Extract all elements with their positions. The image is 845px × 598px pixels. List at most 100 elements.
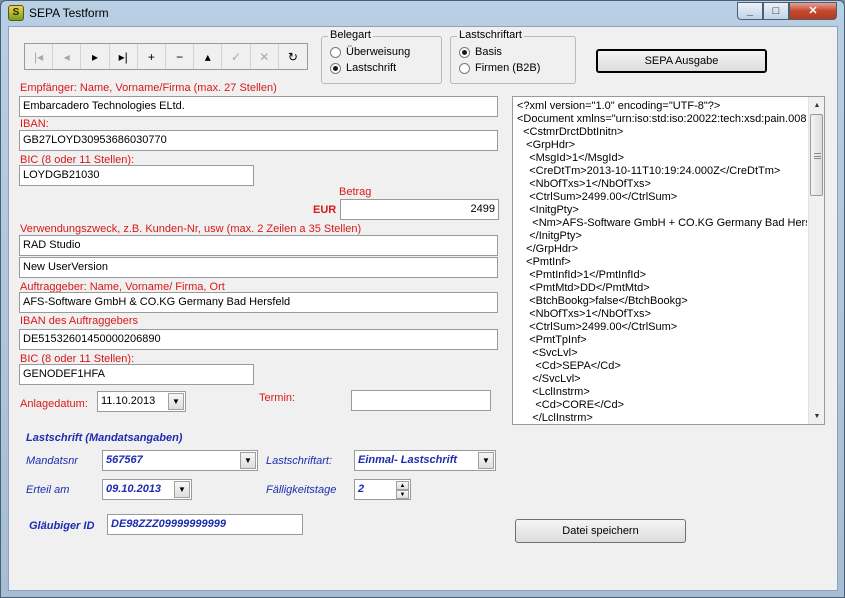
scroll-up-icon[interactable]: ▲ [809,97,824,113]
radio-basis[interactable]: Basis [459,46,502,58]
chevron-down-icon[interactable]: ▼ [174,481,190,498]
nav-edit-button[interactable]: ▴ [194,44,223,69]
nav-refresh-button[interactable]: ↻ [279,44,307,69]
verwendungszweck-label: Verwendungszweck, z.B. Kunden-Nr, usw (m… [20,223,362,235]
xml-line: <BtchBookg>false</BtchBookg> [517,295,688,307]
radio-firmen-b2b[interactable]: Firmen (B2B) [459,62,540,74]
iban-input[interactable]: GB27LOYD30953686030770 [19,130,498,151]
app-icon[interactable]: S [8,5,24,21]
radio-indicator[interactable] [330,62,341,74]
close-button[interactable]: ✕ [789,2,837,20]
nav-prior-icon: ◂ [63,49,70,64]
glaeubiger-value: DE98ZZZ09999999999 [111,518,226,530]
spin-down-icon[interactable]: ▼ [396,490,409,499]
erteil-date-picker[interactable]: 09.10.2013 ▼ [102,479,192,500]
nav-delete-button[interactable]: − [166,44,195,69]
nav-post-button[interactable]: ✓ [222,44,251,69]
anlagedatum-label: Anlagedatum: [20,398,88,410]
window-title: SEPA Testform [29,6,109,20]
xml-line: </LclInstrm> [517,412,593,424]
nav-insert-button[interactable]: + [138,44,167,69]
empfaenger-input[interactable]: Embarcadero Technologies ELtd. [19,96,498,117]
xml-line: <NbOfTxs>1</NbOfTxs> [517,308,651,320]
xml-line: <Document xmlns="urn:iso:std:iso:20022:t… [517,113,807,125]
title-bar[interactable]: S SEPA Testform _ □ ✕ [1,1,844,25]
mandat-header: Lastschrift (Mandatsangaben) [26,432,183,444]
chevron-down-icon[interactable]: ▼ [168,393,184,410]
verwendungszweck-line2-input[interactable]: New UserVersion [19,257,498,278]
xml-line: </SvcLvl> [517,373,581,385]
auftraggeber-input[interactable]: AFS-Software GmbH & CO.KG Germany Bad He… [19,292,498,313]
nav-cancel-button[interactable]: ✕ [251,44,279,69]
xml-line: <Cd>CORE</Cd> [517,399,624,411]
xml-line: <SvcLvl> [517,347,578,359]
nav-next-icon: ▸ [91,49,99,64]
betrag-input[interactable]: 2499 [340,199,499,220]
xml-line: <PmtInf> [517,256,571,268]
mandatsnr-value: 567567 [106,454,143,466]
close-icon: ✕ [808,5,818,17]
xml-line: <PmtTpInf> [517,334,587,346]
db-navigator: |◂ ◂ ▸ ▸| + − ▴ ✓ ✕ ↻ [24,43,308,70]
xml-line: <LclInstrm> [517,386,590,398]
nav-insert-icon: + [147,49,155,64]
scrollbar-thumb[interactable] [810,114,823,196]
lastschriftart-combo[interactable]: Einmal- Lastschrift ▼ [354,450,496,471]
nav-last-icon: ▸| [118,49,128,64]
bic-auftraggeber-input[interactable]: GENODEF1HFA [19,364,254,385]
xml-line: <PmtMtd>DD</PmtMtd> [517,282,650,294]
mandatsnr-combo[interactable]: 567567 ▼ [102,450,258,471]
xml-line: <NbOfTxs>1</NbOfTxs> [517,178,651,190]
chevron-down-icon[interactable]: ▼ [240,452,256,469]
radio-label: Firmen (B2B) [475,62,541,74]
sepa-ausgabe-button[interactable]: SEPA Ausgabe [596,49,767,73]
nav-prior-button[interactable]: ◂ [53,44,82,69]
datei-speichern-button[interactable]: Datei speichern [515,519,686,543]
xml-text: <?xml version="1.0" encoding="UTF-8"?> <D… [517,100,807,424]
xml-line: <Cd>SEPA</Cd> [517,360,621,372]
radio-label: Überweisung [346,46,411,58]
anlagedatum-picker[interactable]: 11.10.2013 ▼ [97,391,186,412]
minimize-button[interactable]: _ [737,2,763,20]
scroll-down-icon[interactable]: ▼ [809,408,824,424]
radio-lastschrift[interactable]: Lastschrift [330,62,396,74]
erteil-value: 09.10.2013 [106,483,162,495]
bic-input[interactable]: LOYDGB21030 [19,165,254,186]
radio-ueberweisung[interactable]: Überweisung [330,46,410,58]
iban-auftraggeber-input[interactable]: DE51532601450000206890 [19,329,498,350]
xml-line: <Nm>AFS-Software GmbH + CO.KG Germany Ba… [517,217,807,229]
nav-next-button[interactable]: ▸ [81,44,110,69]
xml-line: <CtrlSum>2499.00</CtrlSum> [517,321,678,333]
radio-indicator[interactable] [330,46,341,58]
anlagedatum-value: 11.10.2013 [101,395,156,407]
vertical-scrollbar[interactable]: ▲ ▼ [808,97,824,424]
nav-first-icon: |◂ [34,49,44,64]
verwendungszweck-line1-input[interactable]: RAD Studio [19,235,498,256]
radio-label: Lastschrift [346,62,397,74]
nav-first-button[interactable]: |◂ [25,44,54,69]
faelligkeitstage-spinner[interactable]: 2 ▲ ▼ [354,479,411,500]
radio-indicator[interactable] [459,62,470,74]
xml-line: </InitgPty> [517,230,582,242]
termin-input[interactable] [351,390,491,411]
radio-indicator[interactable] [459,46,470,58]
termin-label: Termin: [259,392,296,404]
nav-post-icon: ✓ [230,49,242,64]
iban-label: IBAN: [20,118,49,130]
chevron-down-icon[interactable]: ▼ [478,452,494,469]
xml-output-memo[interactable]: <?xml version="1.0" encoding="UTF-8"?> <D… [512,96,825,425]
xml-line: <InitgPty> [517,204,579,216]
spin-up-icon[interactable]: ▲ [396,481,409,490]
xml-line: <MsgId>1</MsgId> [517,152,625,164]
faelligkeitstage-value: 2 [358,483,365,495]
nav-last-button[interactable]: ▸| [110,44,138,69]
glaeubiger-input[interactable]: DE98ZZZ09999999999 [107,514,303,535]
maximize-button[interactable]: □ [763,2,789,20]
radio-label: Basis [475,46,502,58]
xml-line: <PmtInfId>1</PmtInfId> [517,269,647,281]
betrag-label: Betrag [339,186,372,198]
xml-line: <?xml version="1.0" encoding="UTF-8"?> [517,100,721,112]
faelligkeitstage-label: Fälligkeitstage [266,484,337,496]
lastschriftart-label: Lastschriftart: [266,455,333,467]
belegart-group: Belegart Überweisung Lastschrift [321,29,442,84]
